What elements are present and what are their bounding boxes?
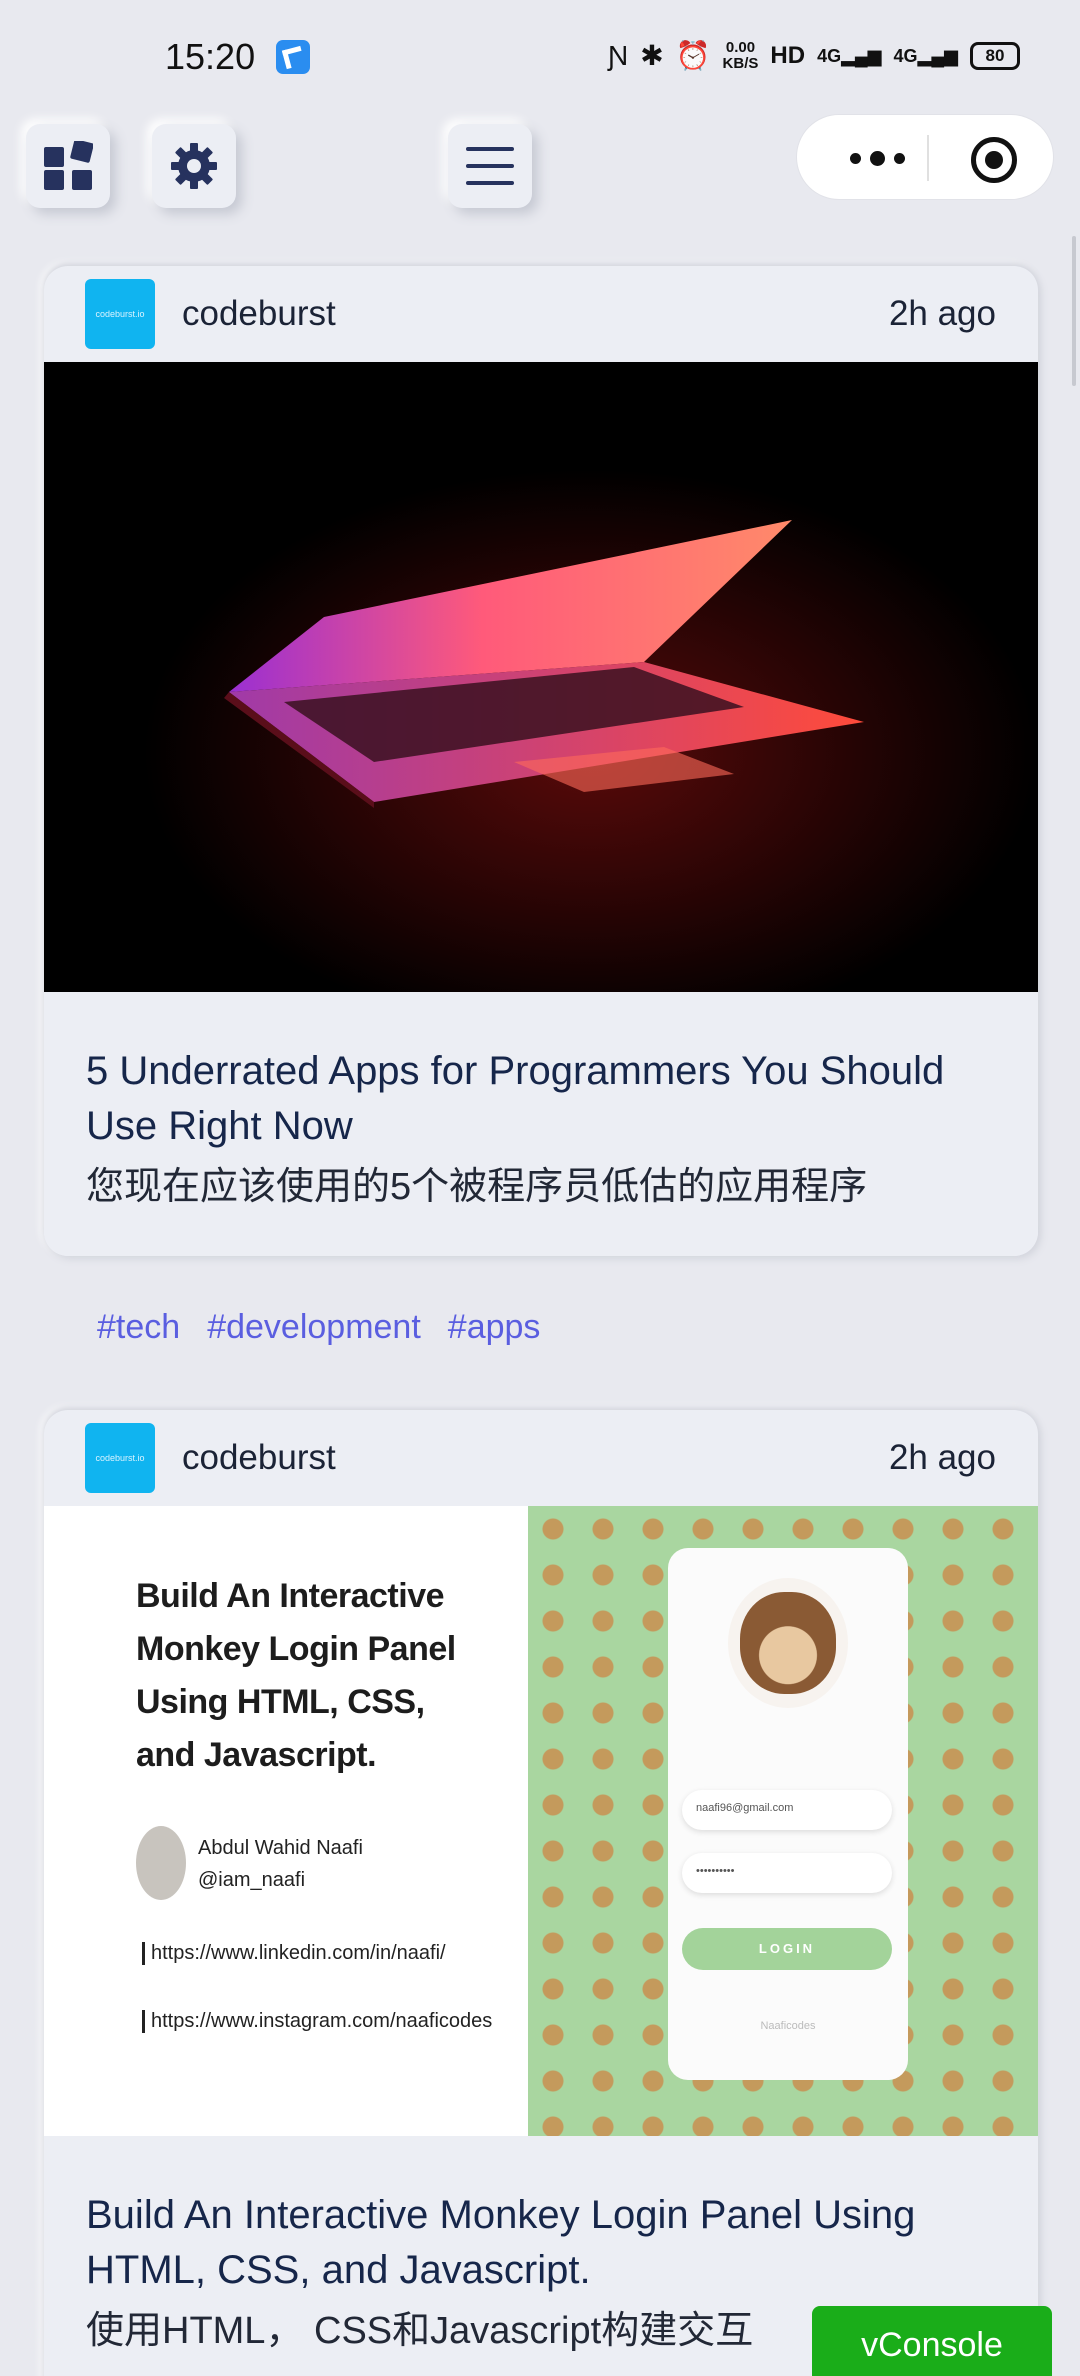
hamburger-menu-icon (466, 147, 514, 185)
source-name: codeburst (182, 294, 336, 333)
status-bar: 15:20 Ɲ ✱ ⏰ 0.00 KB/S HD 4G▂▄▆ 4G▂▄▆ 80 (0, 0, 1080, 110)
tag-list: #tech #development #apps (97, 1308, 540, 1347)
mini-program-capsule (796, 114, 1054, 200)
article-title[interactable]: 5 Underrated Apps for Programmers You Sh… (86, 1044, 996, 1154)
tag-development[interactable]: #development (207, 1308, 421, 1347)
image-text-panel: Build An Interactive Monkey Login Panel … (44, 1506, 528, 2136)
screen: 15:20 Ɲ ✱ ⏰ 0.00 KB/S HD 4G▂▄▆ 4G▂▄▆ 80 (0, 0, 1080, 2376)
article-subtitle: 您现在应该使用的5个被程序员低估的应用程序 (86, 1166, 868, 1208)
source-logo: codeburst.io (85, 1423, 155, 1493)
scrollbar[interactable] (1072, 236, 1076, 386)
author-name: Abdul Wahid Naafi (198, 1837, 363, 1859)
image-footer: Naaficodes (760, 2020, 816, 2032)
author-block: Abdul Wahid Naafi @iam_naafi (198, 1832, 363, 1896)
image-headline: Build An Interactive Monkey Login Panel … (136, 1577, 456, 1774)
source-name: codeburst (182, 1438, 336, 1477)
signal-2-label: 4G (893, 45, 918, 66)
network-speed-value: 0.00 (725, 39, 756, 56)
article-header: codeburst.io codeburst 2h ago (44, 1410, 1038, 1506)
gear-icon (171, 143, 217, 189)
article-image-monkey-login: Build An Interactive Monkey Login Panel … (44, 1506, 1038, 2136)
hd-icon: HD (770, 42, 806, 69)
article-card-1[interactable]: codeburst.io codeburst 2h ago 5 Underrat… (44, 266, 1038, 1256)
alarm-icon: ⏰ (675, 40, 711, 71)
author-handle: @iam_naafi (198, 1869, 306, 1891)
signal-icon-2: 4G▂▄▆ (893, 45, 958, 66)
author-avatar (136, 1826, 186, 1900)
image-monkey-pattern: naafi96@gmail.com •••••••••• LOGIN Naafi… (528, 1506, 1038, 2136)
target-close-icon[interactable] (971, 137, 1017, 183)
network-speed-unit: KB/S (722, 55, 759, 72)
signal-1-label: 4G (817, 45, 842, 66)
image-login-mockup: naafi96@gmail.com •••••••••• LOGIN Naafi… (668, 1548, 908, 2080)
article-title[interactable]: Build An Interactive Monkey Login Panel … (86, 2188, 996, 2298)
status-icons: Ɲ ✱ ⏰ 0.00 KB/S HD 4G▂▄▆ 4G▂▄▆ 80 (608, 38, 1020, 74)
article-body: 5 Underrated Apps for Programmers You Sh… (44, 992, 1038, 1256)
capsule-divider (927, 135, 929, 181)
tag-apps[interactable]: #apps (448, 1308, 541, 1347)
article-image-laptop (44, 362, 1038, 992)
app-notification-icon (276, 40, 310, 74)
image-login-button: LOGIN (682, 1928, 892, 1970)
post-time: 2h ago (888, 1438, 996, 1477)
apps-button[interactable] (26, 124, 110, 208)
grid-apps-icon (44, 141, 93, 190)
network-speed: 0.00 KB/S (723, 40, 759, 72)
image-password-field: •••••••••• (682, 1853, 892, 1893)
article-card-2[interactable]: codeburst.io codeburst 2h ago Build An I… (44, 1410, 1038, 2376)
vconsole-button[interactable]: vConsole (812, 2306, 1052, 2376)
more-dots-icon[interactable] (827, 137, 927, 179)
monkey-face-icon (728, 1578, 848, 1708)
settings-button[interactable] (152, 124, 236, 208)
image-email-field: naafi96@gmail.com (682, 1790, 892, 1830)
nfc-icon: Ɲ (607, 40, 629, 71)
menu-button[interactable] (448, 124, 532, 208)
image-link-linkedin: https://www.linkedin.com/in/naafi/ (142, 1942, 446, 1965)
battery-icon: 80 (970, 42, 1020, 70)
post-time: 2h ago (888, 294, 996, 333)
article-header: codeburst.io codeburst 2h ago (44, 266, 1038, 362)
bluetooth-icon: ✱ (640, 40, 664, 71)
laptop-photo (44, 362, 1038, 992)
source-logo: codeburst.io (85, 279, 155, 349)
signal-icon-1: 4G▂▄▆ (817, 45, 882, 66)
image-link-instagram: https://www.instagram.com/naaficodes (142, 2010, 492, 2033)
status-time: 15:20 (165, 36, 256, 77)
tag-tech[interactable]: #tech (97, 1308, 180, 1347)
